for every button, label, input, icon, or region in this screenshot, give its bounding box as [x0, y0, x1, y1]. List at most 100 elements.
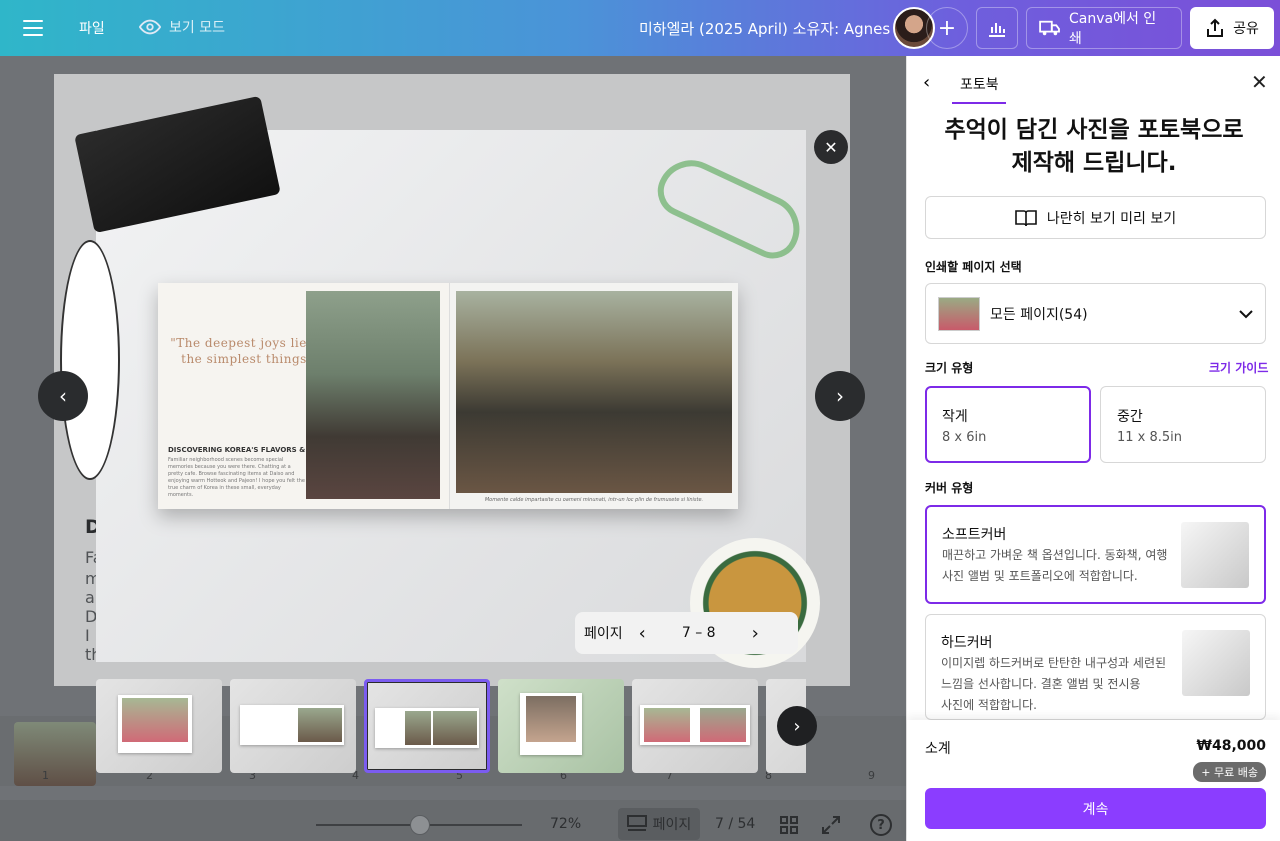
size-guide-link[interactable]: 크기 가이드 — [1209, 359, 1268, 376]
view-mode-label: 보기 모드 — [169, 20, 225, 36]
page-selection-dropdown[interactable]: 모든 페이지(54) — [925, 283, 1266, 344]
plate-prop — [60, 240, 120, 480]
bar-chart-icon — [989, 23, 1005, 37]
zoom-slider-handle[interactable] — [410, 815, 430, 835]
grid-view-button[interactable] — [780, 816, 798, 834]
print-panel: ‹ 포토북 ✕ 추억이 담긴 사진을 포토북으로 제작해 드립니다. 나란히 보… — [906, 56, 1280, 841]
page-selection-value: 모든 페이지(54) — [990, 306, 1088, 323]
spread-thumbnails — [96, 679, 806, 773]
share-button[interactable]: 공유 — [1190, 7, 1274, 49]
size-type-label: 크기 유형 — [925, 361, 974, 375]
book-left-page: "The deepest joys lie in the simplest th… — [158, 283, 450, 509]
subtotal-label: 소계 — [925, 741, 951, 757]
page-range: 7 – 8 — [681, 625, 716, 641]
page-navigator: 페이지 ‹ 7 – 8 › — [575, 612, 798, 654]
document-title[interactable]: 미하엘라 (2025 April) 소유자: Agnes — [639, 18, 890, 39]
size-name: 작게 — [942, 409, 968, 425]
page-nav-label: 페이지 — [584, 626, 623, 642]
subtotal-value: ₩48,000 — [1196, 738, 1266, 754]
next-spread-button[interactable]: › — [815, 371, 865, 421]
headline-line: 제작해 드립니다. — [1011, 150, 1177, 176]
view-mode-button[interactable]: 보기 모드 — [139, 16, 225, 38]
cover-name: 소프트커버 — [942, 527, 1007, 543]
eye-icon — [139, 19, 161, 35]
file-menu[interactable]: 파일 — [79, 18, 105, 38]
print-label: Canva에서 인쇄 — [1068, 11, 1157, 47]
cover-description: 이미지렙 하드커버로 탄탄한 내구성과 세련된 — [941, 656, 1167, 670]
cover-option-hardcover[interactable]: 하드커버 이미지렙 하드커버로 탄탄한 내구성과 세련된 느낌을 선사합니다. … — [925, 614, 1266, 720]
fullscreen-button[interactable] — [821, 815, 841, 835]
menu-icon[interactable] — [22, 17, 44, 39]
add-collaborator-button[interactable]: + — [926, 7, 968, 49]
book-right-page: Momente calde impartasite cu oameni minu… — [450, 283, 738, 509]
hardcover-image — [1182, 630, 1250, 696]
chevron-right-icon: › — [836, 384, 844, 408]
panel-headline: 추억이 담긴 사진을 포토북으로 제작해 드립니다. — [923, 114, 1265, 180]
softcover-image — [1181, 522, 1249, 588]
tab-underline — [952, 102, 1006, 104]
preview-button-label: 나란히 보기 미리 보기 — [1046, 210, 1177, 227]
spread-thumbnail[interactable] — [230, 679, 356, 773]
pages-toggle-button[interactable]: 페이지 — [618, 808, 700, 840]
back-button[interactable]: ‹ — [923, 72, 930, 93]
close-panel-button[interactable]: ✕ — [1251, 70, 1268, 94]
tab-photobook[interactable]: 포토북 — [960, 74, 999, 94]
close-preview-button[interactable]: ✕ — [814, 130, 848, 164]
cover-description: 느낌을 선사합니다. 결혼 앨범 및 전시용 — [941, 677, 1141, 691]
spread-thumbnail[interactable] — [96, 679, 222, 773]
spread-thumbnail[interactable] — [498, 679, 624, 773]
cover-description: 사진에 적합합니다. — [941, 698, 1037, 712]
open-book-icon — [1015, 209, 1037, 226]
chevron-down-icon — [1239, 309, 1253, 318]
chevron-left-icon: ‹ — [923, 72, 931, 93]
book-photo-right — [456, 291, 732, 493]
spread-thumbnail-selected[interactable] — [364, 679, 490, 773]
pages-icon — [626, 815, 647, 831]
book-photo-left — [306, 291, 440, 499]
expand-icon — [822, 816, 840, 834]
book-body-text: Familiar neighborhood scenes become spec… — [168, 457, 305, 498]
headline-line: 추억이 담긴 사진을 포토북으로 — [944, 117, 1244, 143]
cover-description: 매끈하고 가벼운 책 옵션입니다. 동화책, 여행 — [942, 548, 1168, 562]
upload-icon — [1207, 18, 1224, 37]
size-option-small[interactable]: 작게 8 x 6in — [925, 386, 1091, 463]
bottom-bar — [0, 800, 906, 841]
size-option-medium[interactable]: 중간 11 x 8.5in — [1100, 386, 1266, 463]
side-by-side-preview-button[interactable]: 나란히 보기 미리 보기 — [925, 196, 1266, 239]
help-button[interactable]: ? — [870, 814, 892, 836]
truck-icon — [1039, 20, 1060, 36]
continue-button[interactable]: 계속 — [925, 788, 1266, 829]
help-icon: ? — [877, 817, 885, 833]
cover-option-softcover[interactable]: 소프트커버 매끈하고 가벼운 책 옵션입니다. 동화책, 여행 사진 앨범 및 … — [925, 505, 1266, 604]
zoom-level[interactable]: 72% — [550, 816, 581, 832]
free-shipping-badge: + 무료 배송 — [1193, 762, 1266, 782]
chevron-right-icon: › — [793, 715, 801, 737]
page-prev-button[interactable]: ‹ — [639, 623, 646, 644]
cover-type-label: 커버 유형 — [925, 481, 974, 495]
book-spread: "The deepest joys lie in the simplest th… — [158, 283, 738, 509]
page-text-fragment: a — [85, 588, 95, 607]
previous-spread-button[interactable]: ‹ — [38, 371, 88, 421]
grid-icon — [780, 816, 798, 834]
select-pages-label: 인쇄할 페이지 선택 — [925, 260, 1022, 274]
book-caption: Momente calde impartasite cu oameni minu… — [484, 497, 704, 503]
cover-description: 사진 앨범 및 포트폴리오에 적합합니다. — [942, 569, 1138, 583]
spread-thumbnail[interactable] — [632, 679, 758, 773]
pages-label: 페이지 — [652, 817, 692, 833]
page-counter: 7 / 54 — [715, 816, 756, 832]
page-strip-thumbnail[interactable] — [14, 722, 96, 786]
close-icon: ✕ — [824, 137, 838, 157]
page-number-label: 1 — [42, 769, 49, 782]
size-dimensions: 8 x 6in — [942, 430, 987, 445]
book-quote: "The deepest joys lie in the simplest th… — [170, 336, 324, 366]
pages-thumbnail — [938, 296, 980, 331]
page-number-label: 9 — [868, 769, 875, 782]
top-toolbar: 파일 보기 모드 미하엘라 (2025 April) 소유자: Agnes + … — [0, 0, 1280, 56]
size-name: 중간 — [1117, 409, 1143, 425]
chevron-left-icon: ‹ — [59, 384, 67, 408]
print-with-canva-button[interactable]: Canva에서 인쇄 — [1026, 7, 1182, 49]
insights-button[interactable] — [976, 7, 1018, 49]
plus-icon: + — [937, 15, 957, 41]
thumbnails-next-button[interactable]: › — [777, 706, 817, 746]
page-next-button[interactable]: › — [752, 623, 759, 644]
